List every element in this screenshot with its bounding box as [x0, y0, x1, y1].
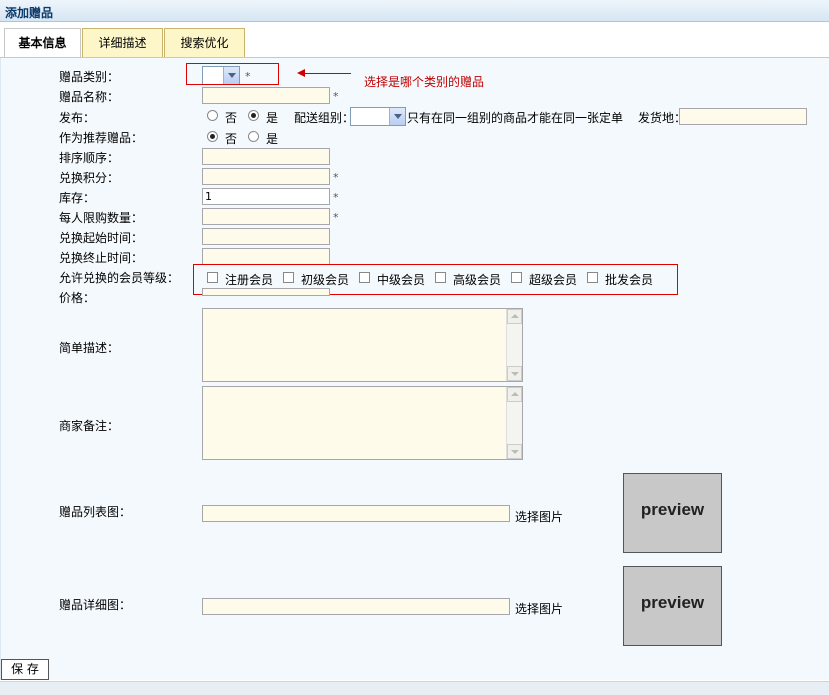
save-button[interactable]: 保 存 [1, 659, 49, 680]
required-mark: * [333, 211, 339, 224]
start-time-input[interactable] [202, 228, 330, 245]
scroll-down-icon[interactable] [507, 444, 522, 459]
points-label: 兑换积分： [59, 171, 120, 185]
delivery-group-select[interactable] [350, 107, 406, 126]
tab-basic-info[interactable]: 基本信息 [4, 28, 81, 59]
start-time-label: 兑换起始时间： [59, 231, 144, 245]
level-checkbox-senior[interactable] [435, 272, 446, 283]
level-checkbox-super[interactable] [511, 272, 522, 283]
scroll-up-icon[interactable] [507, 309, 522, 324]
end-time-input[interactable] [202, 248, 330, 265]
description-label: 简单描述： [59, 341, 120, 355]
tab-detail-description[interactable]: 详细描述 [82, 28, 163, 58]
scroll-up-icon[interactable] [507, 387, 522, 402]
publish-yes-radio[interactable] [248, 110, 259, 121]
detail-image-label: 赠品详细图： [59, 598, 132, 612]
memo-label: 商家备注： [59, 419, 120, 433]
recommend-no-label: 否 [225, 132, 238, 146]
stock-input[interactable] [202, 188, 330, 205]
required-mark: * [333, 171, 339, 184]
recommend-label: 作为推荐赠品： [59, 131, 144, 145]
delivery-group-label: 配送组别： [294, 111, 355, 125]
window-titlebar: 添加赠品 [0, 0, 829, 22]
level-checkbox-junior[interactable] [283, 272, 294, 283]
category-label: 赠品类别： [59, 70, 120, 84]
list-image-choose-button[interactable]: 选择图片 [515, 508, 563, 525]
sort-label: 排序顺序： [59, 151, 120, 165]
list-image-preview: preview [623, 473, 722, 553]
name-input[interactable] [202, 87, 330, 104]
end-time-label: 兑换终止时间： [59, 251, 144, 265]
level-checkbox-registered[interactable] [207, 272, 218, 283]
annotation-highlight-box [186, 63, 279, 85]
required-mark: * [333, 90, 339, 103]
recommend-no-radio[interactable] [207, 131, 218, 142]
level-checkbox-intermediate[interactable] [359, 272, 370, 283]
publish-no-radio[interactable] [207, 110, 218, 121]
detail-image-preview: preview [623, 566, 722, 646]
annotation-arrow-line [304, 73, 351, 74]
publish-no-label: 否 [225, 111, 238, 125]
window-title: 添加赠品 [5, 6, 54, 20]
points-input[interactable] [202, 168, 330, 185]
required-mark: * [333, 191, 339, 204]
member-levels-label: 允许兑换的会员等级： [59, 271, 180, 285]
chevron-down-icon [389, 108, 405, 125]
ship-from-input[interactable] [679, 108, 807, 125]
price-input[interactable] [202, 288, 330, 296]
level-label: 初级会员 [301, 273, 350, 287]
price-label: 价格： [59, 291, 96, 305]
memo-textarea[interactable] [202, 386, 523, 460]
limit-label: 每人限购数量： [59, 211, 144, 225]
detail-image-input[interactable] [202, 598, 510, 615]
list-image-label: 赠品列表图： [59, 505, 132, 519]
delivery-group-hint: 只有在同一组别的商品才能在同一张定单 [407, 111, 624, 125]
scrollbar[interactable] [506, 387, 522, 459]
publish-yes-label: 是 [266, 111, 279, 125]
tab-bar: 基本信息 详细描述 搜索优化 [0, 24, 829, 59]
limit-input[interactable] [202, 208, 330, 225]
stock-label: 库存： [59, 191, 96, 205]
level-label: 中级会员 [377, 273, 426, 287]
annotation-note: 选择是哪个类别的赠品 [364, 75, 485, 89]
footer-bar [0, 681, 829, 695]
list-image-input[interactable] [202, 505, 510, 522]
level-label: 批发会员 [605, 273, 654, 287]
recommend-yes-label: 是 [266, 132, 279, 146]
level-checkbox-wholesale[interactable] [587, 272, 598, 283]
level-label: 超级会员 [529, 273, 578, 287]
name-label: 赠品名称： [59, 90, 120, 104]
sort-input[interactable] [202, 148, 330, 165]
scrollbar[interactable] [506, 309, 522, 381]
detail-image-choose-button[interactable]: 选择图片 [515, 600, 563, 617]
tab-search-optimization[interactable]: 搜索优化 [164, 28, 245, 58]
description-textarea[interactable] [202, 308, 523, 382]
publish-label: 发布： [59, 111, 96, 125]
scroll-down-icon[interactable] [507, 366, 522, 381]
recommend-yes-radio[interactable] [248, 131, 259, 142]
level-label: 注册会员 [225, 273, 274, 287]
level-label: 高级会员 [453, 273, 502, 287]
